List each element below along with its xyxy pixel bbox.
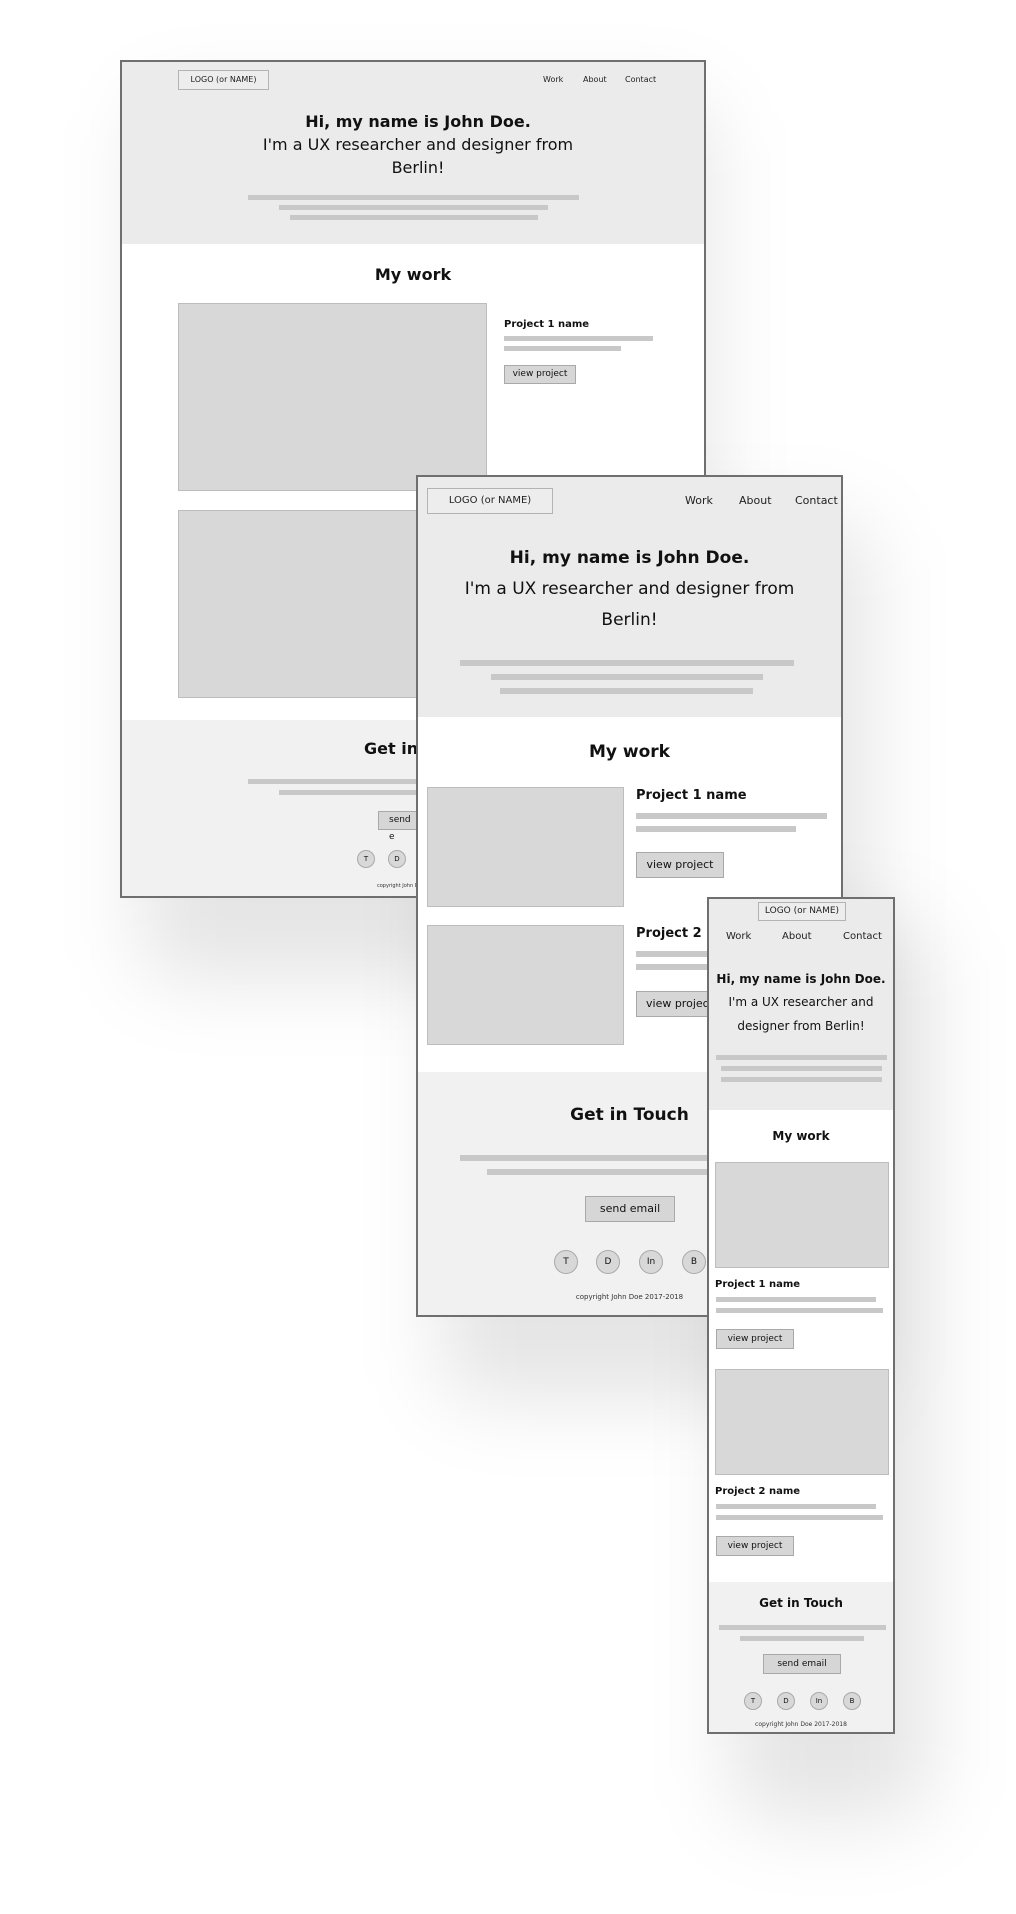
desktop-view-project-button[interactable]: view project — [504, 365, 576, 384]
desktop-hero-text-line — [279, 205, 548, 210]
tablet-social-t-icon[interactable]: T — [554, 1250, 578, 1274]
mobile-social-b-icon[interactable]: B — [843, 1692, 861, 1710]
desktop-hero-text-line — [248, 195, 579, 200]
tablet-contact-text-line — [460, 1155, 714, 1161]
desktop-contact-text-line — [279, 790, 418, 795]
desktop-nav-contact[interactable]: Contact — [625, 75, 656, 84]
desktop-project-1-image[interactable] — [178, 303, 487, 491]
desktop-copyright: copyright John D — [377, 883, 419, 889]
desktop-project-1-text-line — [504, 336, 653, 341]
mobile-hero-text-line — [716, 1055, 887, 1060]
tablet-nav-contact[interactable]: Contact — [795, 494, 838, 507]
mobile-logo[interactable]: LOGO (or NAME) — [758, 902, 846, 921]
mobile-project-1-text-line — [716, 1308, 883, 1313]
mobile-hero-text-line — [721, 1077, 882, 1082]
desktop-nav-work[interactable]: Work — [543, 75, 563, 84]
desktop-contact-text-line — [248, 779, 418, 784]
mobile-social-t-icon[interactable]: T — [744, 1692, 762, 1710]
tablet-project-2-image[interactable] — [427, 925, 624, 1045]
mobile-nav-work[interactable]: Work — [726, 931, 751, 942]
mobile-tagline-2: designer from Berlin! — [737, 1019, 865, 1033]
tablet-tagline-1: I'm a UX researcher and designer from — [464, 579, 795, 599]
mobile-view-project-1-button[interactable]: view project — [716, 1329, 794, 1349]
mobile-greeting: Hi, my name is John Doe. — [716, 972, 886, 986]
mobile-project-2-name: Project 2 name — [715, 1486, 801, 1497]
desktop-hero-text-line — [290, 215, 538, 220]
mobile-work-heading: My work — [772, 1129, 830, 1143]
mobile-project-2-image[interactable] — [715, 1369, 889, 1475]
tablet-project-2-text-line — [636, 964, 716, 970]
mobile-project-1-image[interactable] — [715, 1162, 889, 1268]
tablet-hero-text-line — [460, 660, 794, 666]
tablet-nav-about[interactable]: About — [739, 494, 772, 507]
tablet-social-b-icon[interactable]: B — [682, 1250, 706, 1274]
mobile-social-in-icon[interactable]: In — [810, 1692, 828, 1710]
tablet-tagline-2: Berlin! — [601, 610, 658, 630]
tablet-project-1-text-line — [636, 813, 827, 819]
tablet-project-1-name: Project 1 name — [636, 788, 747, 803]
desktop-greeting: Hi, my name is John Doe. — [305, 112, 531, 131]
tablet-nav-work[interactable]: Work — [685, 494, 713, 507]
mobile-nav-contact[interactable]: Contact — [843, 931, 882, 942]
tablet-view-project-1-button[interactable]: view project — [636, 852, 724, 878]
desktop-social-t-icon[interactable]: T — [357, 850, 375, 868]
tablet-hero-text-line — [491, 674, 763, 680]
mobile-contact-text-line — [740, 1636, 864, 1641]
desktop-contact-heading: Get in — [364, 739, 419, 758]
mobile-project-2-text-line — [716, 1504, 876, 1509]
tablet-logo[interactable]: LOGO (or NAME) — [427, 488, 553, 514]
desktop-work-heading: My work — [374, 265, 452, 284]
tablet-social-d-icon[interactable]: D — [596, 1250, 620, 1274]
desktop-logo[interactable]: LOGO (or NAME) — [178, 70, 269, 90]
tablet-social-in-icon[interactable]: In — [639, 1250, 663, 1274]
mobile-send-email-button[interactable]: send email — [763, 1654, 841, 1674]
desktop-tagline-2: Berlin! — [391, 158, 445, 177]
desktop-social-d-icon[interactable]: D — [388, 850, 406, 868]
mobile-nav-about[interactable]: About — [782, 931, 812, 942]
tablet-project-1-text-line — [636, 826, 796, 832]
tablet-hero-text-line — [500, 688, 753, 694]
tablet-project-2-text-line — [636, 951, 716, 957]
mobile-project-1-name: Project 1 name — [715, 1279, 801, 1290]
desktop-send-email-button[interactable]: send e — [378, 811, 418, 842]
mobile-copyright: copyright John Doe 2017-2018 — [755, 1721, 847, 1728]
tablet-project-1-image[interactable] — [427, 787, 624, 907]
mobile-contact-text-line — [719, 1625, 886, 1630]
mobile-wireframe: LOGO (or NAME) Work About Contact Hi, my… — [707, 897, 895, 1734]
tablet-greeting: Hi, my name is John Doe. — [509, 548, 750, 568]
tablet-send-email-button[interactable]: send email — [585, 1196, 675, 1222]
mobile-project-2-text-line — [716, 1515, 883, 1520]
tablet-work-heading: My work — [589, 742, 670, 762]
mobile-tagline-1: I'm a UX researcher and — [728, 995, 874, 1009]
desktop-project-1-name: Project 1 name — [504, 319, 590, 330]
desktop-project-1-text-line — [504, 346, 621, 351]
desktop-nav-about[interactable]: About — [583, 75, 607, 84]
tablet-view-project-2-button[interactable]: view projec — [636, 991, 716, 1017]
mobile-contact-heading: Get in Touch — [759, 1596, 843, 1610]
tablet-contact-text-line — [487, 1169, 714, 1175]
mobile-view-project-2-button[interactable]: view project — [716, 1536, 794, 1556]
desktop-tagline-1: I'm a UX researcher and designer from — [262, 135, 574, 154]
mobile-social-d-icon[interactable]: D — [777, 1692, 795, 1710]
mobile-hero-text-line — [721, 1066, 882, 1071]
mobile-project-1-text-line — [716, 1297, 876, 1302]
